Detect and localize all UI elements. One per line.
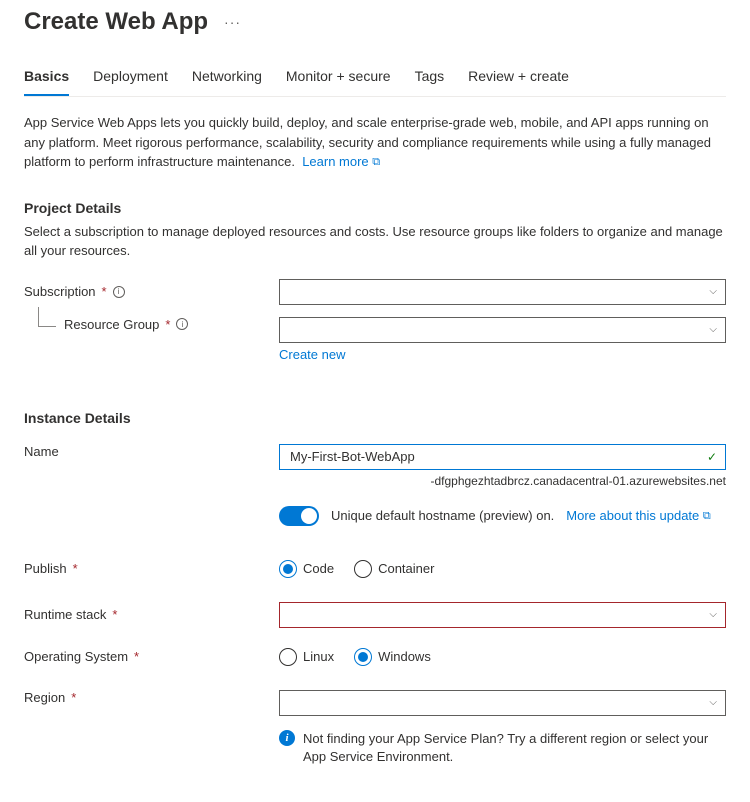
unique-hostname-toggle[interactable] <box>279 506 319 526</box>
subscription-select[interactable]: ⌵ <box>279 279 726 305</box>
create-new-link[interactable]: Create new <box>279 347 726 362</box>
external-link-icon: ⧉ <box>703 510 711 522</box>
info-filled-icon: i <box>279 730 295 746</box>
name-input[interactable] <box>288 448 707 465</box>
more-icon[interactable]: ··· <box>224 14 241 30</box>
os-radio-group: Linux Windows <box>279 648 726 666</box>
required-marker: * <box>112 607 117 622</box>
resource-group-label: Resource Group <box>64 317 159 332</box>
region-select[interactable]: ⌵ <box>279 690 726 716</box>
resource-group-select[interactable]: ⌵ <box>279 317 726 343</box>
info-icon[interactable]: i <box>176 318 188 330</box>
chevron-down-icon: ⌵ <box>709 609 717 620</box>
os-windows-radio[interactable]: Windows <box>354 648 431 666</box>
required-marker: * <box>134 649 139 664</box>
os-linux-radio[interactable]: Linux <box>279 648 334 666</box>
hostname-suffix: -dfgphgezhtadbrcz.canadacentral-01.azure… <box>279 474 726 488</box>
instance-details-heading: Instance Details <box>24 410 726 426</box>
tree-line <box>38 307 56 327</box>
region-label: Region <box>24 690 65 705</box>
chevron-down-icon: ⌵ <box>709 286 717 297</box>
tab-monitor[interactable]: Monitor + secure <box>286 60 391 96</box>
tab-deployment[interactable]: Deployment <box>93 60 168 96</box>
name-label: Name <box>24 444 59 459</box>
runtime-select[interactable]: ⌵ <box>279 602 726 628</box>
info-icon[interactable]: i <box>113 286 125 298</box>
intro-text: App Service Web Apps lets you quickly bu… <box>24 113 726 172</box>
publish-label: Publish <box>24 561 67 576</box>
chevron-down-icon: ⌵ <box>709 324 717 335</box>
tab-basics[interactable]: Basics <box>24 60 69 96</box>
page-title: Create Web App <box>24 8 208 36</box>
subscription-label: Subscription <box>24 284 96 299</box>
required-marker: * <box>102 284 107 299</box>
chevron-down-icon: ⌵ <box>709 697 717 708</box>
toggle-label: Unique default hostname (preview) on. <box>331 508 554 523</box>
project-details-desc: Select a subscription to manage deployed… <box>24 222 726 261</box>
tabs: Basics Deployment Networking Monitor + s… <box>24 60 726 97</box>
learn-more-link[interactable]: Learn more ⧉ <box>302 154 380 169</box>
publish-radio-group: Code Container <box>279 560 726 578</box>
toggle-more-link[interactable]: More about this update ⧉ <box>566 508 710 523</box>
required-marker: * <box>71 690 76 705</box>
os-label: Operating System <box>24 649 128 664</box>
required-marker: * <box>165 317 170 332</box>
publish-code-radio[interactable]: Code <box>279 560 334 578</box>
check-icon: ✓ <box>707 450 717 464</box>
tab-networking[interactable]: Networking <box>192 60 262 96</box>
required-marker: * <box>73 561 78 576</box>
runtime-label: Runtime stack <box>24 607 106 622</box>
region-note: Not finding your App Service Plan? Try a… <box>303 730 726 766</box>
name-input-wrap: ✓ <box>279 444 726 470</box>
tab-tags[interactable]: Tags <box>415 60 445 96</box>
tab-review[interactable]: Review + create <box>468 60 569 96</box>
external-link-icon: ⧉ <box>372 156 380 168</box>
publish-container-radio[interactable]: Container <box>354 560 434 578</box>
project-details-heading: Project Details <box>24 200 726 216</box>
